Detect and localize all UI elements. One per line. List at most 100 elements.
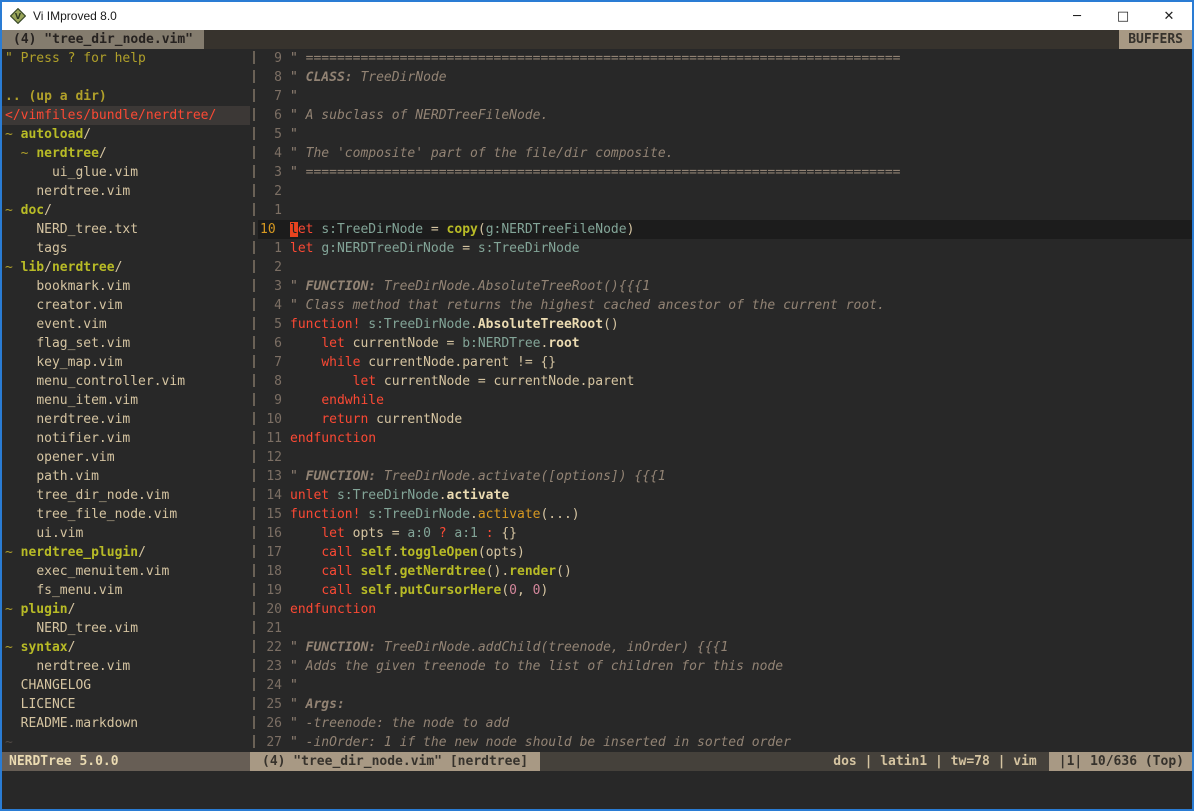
code-line[interactable]: 8 let currentNode = currentNode.parent: [258, 372, 1192, 391]
window-split-separator[interactable]: [250, 49, 258, 752]
code-line[interactable]: 16 let opts = a:0 ? a:1 : {}: [258, 524, 1192, 543]
code-line[interactable]: 5function! s:TreeDirNode.AbsoluteTreeRoo…: [258, 315, 1192, 334]
code-line[interactable]: 23" Adds the given treenode to the list …: [258, 657, 1192, 676]
tree-row[interactable]: ~: [2, 733, 250, 752]
code-line[interactable]: 2: [258, 182, 1192, 201]
tree-row[interactable]: [2, 68, 250, 87]
line-number: 7: [258, 87, 282, 106]
tree-row[interactable]: nerdtree.vim: [2, 410, 250, 429]
code-line[interactable]: 3" FUNCTION: TreeDirNode.AbsoluteTreeRoo…: [258, 277, 1192, 296]
editor-buffer[interactable]: 9" =====================================…: [258, 49, 1192, 752]
tabline-fill: [204, 30, 1119, 49]
code-line-cursor[interactable]: 10let s:TreeDirNode = copy(g:NERDTreeFil…: [258, 220, 1192, 239]
command-line[interactable]: [2, 771, 1192, 809]
line-number: 27: [258, 733, 282, 752]
tree-row[interactable]: ~ lib/nerdtree/: [2, 258, 250, 277]
tree-row[interactable]: tree_file_node.vim: [2, 505, 250, 524]
tree-row[interactable]: flag_set.vim: [2, 334, 250, 353]
code-line[interactable]: 11endfunction: [258, 429, 1192, 448]
code-line[interactable]: 7 while currentNode.parent != {}: [258, 353, 1192, 372]
code-line[interactable]: 20endfunction: [258, 600, 1192, 619]
tree-row[interactable]: ~ autoload/: [2, 125, 250, 144]
window-controls: ─ □ ✕: [1054, 2, 1192, 30]
code-line[interactable]: 1let g:NERDTreeDirNode = s:TreeDirNode: [258, 239, 1192, 258]
window-title: Vi IMproved 8.0: [33, 9, 117, 23]
tree-row[interactable]: nerdtree.vim: [2, 182, 250, 201]
tree-row[interactable]: ~ syntax/: [2, 638, 250, 657]
code-line[interactable]: 19 call self.putCursorHere(0, 0): [258, 581, 1192, 600]
tree-row[interactable]: ui_glue.vim: [2, 163, 250, 182]
tree-row[interactable]: bookmark.vim: [2, 277, 250, 296]
tree-row[interactable]: tree_dir_node.vim: [2, 486, 250, 505]
tree-row[interactable]: NERD_tree.vim: [2, 619, 250, 638]
code-line[interactable]: 8" CLASS: TreeDirNode: [258, 68, 1192, 87]
code-line[interactable]: 9" =====================================…: [258, 49, 1192, 68]
nerdtree-panel[interactable]: " Press ? for help .. (up a dir)</vimfile…: [2, 49, 250, 752]
tree-row[interactable]: ~ nerdtree_plugin/: [2, 543, 250, 562]
tree-row[interactable]: nerdtree.vim: [2, 657, 250, 676]
line-number: 16: [258, 524, 282, 543]
main-area: " Press ? for help .. (up a dir)</vimfile…: [2, 49, 1192, 752]
code-line[interactable]: 6 let currentNode = b:NERDTree.root: [258, 334, 1192, 353]
tree-row[interactable]: menu_controller.vim: [2, 372, 250, 391]
code-line[interactable]: 18 call self.getNerdtree().render(): [258, 562, 1192, 581]
code-line[interactable]: 10 return currentNode: [258, 410, 1192, 429]
statusline-fill: [540, 752, 821, 771]
statusline-fileinfo: dos | latin1 | tw=78 | vim: [821, 752, 1049, 771]
code-line[interactable]: 13" FUNCTION: TreeDirNode.activate([opti…: [258, 467, 1192, 486]
line-number: 26: [258, 714, 282, 733]
code-line[interactable]: 4" The 'composite' part of the file/dir …: [258, 144, 1192, 163]
code-line[interactable]: 12: [258, 448, 1192, 467]
tree-row[interactable]: " Press ? for help: [2, 49, 250, 68]
code-line[interactable]: 15function! s:TreeDirNode.activate(...): [258, 505, 1192, 524]
line-number: 12: [258, 448, 282, 467]
tree-row[interactable]: menu_item.vim: [2, 391, 250, 410]
tree-row[interactable]: NERD_tree.txt: [2, 220, 250, 239]
tree-row[interactable]: .. (up a dir): [2, 87, 250, 106]
tree-row[interactable]: exec_menuitem.vim: [2, 562, 250, 581]
tree-row[interactable]: key_map.vim: [2, 353, 250, 372]
tree-row[interactable]: fs_menu.vim: [2, 581, 250, 600]
code-line[interactable]: 25" Args:: [258, 695, 1192, 714]
line-number: 6: [258, 334, 282, 353]
tree-row[interactable]: path.vim: [2, 467, 250, 486]
code-line[interactable]: 26" -treenode: the node to add: [258, 714, 1192, 733]
line-number: 1: [258, 239, 282, 258]
maximize-button[interactable]: □: [1100, 2, 1146, 30]
tree-row[interactable]: opener.vim: [2, 448, 250, 467]
tree-row[interactable]: README.markdown: [2, 714, 250, 733]
tree-row[interactable]: CHANGELOG: [2, 676, 250, 695]
tree-row[interactable]: notifier.vim: [2, 429, 250, 448]
vim-window: V Vi IMproved 8.0 ─ □ ✕ (4) "tree_dir_no…: [0, 0, 1194, 811]
statusline-position: |1| 10/636 (Top): [1049, 752, 1192, 771]
code-line[interactable]: 14unlet s:TreeDirNode.activate: [258, 486, 1192, 505]
code-line[interactable]: 27" -inOrder: 1 if the new node should b…: [258, 733, 1192, 752]
tree-row[interactable]: ~ nerdtree/: [2, 144, 250, 163]
tree-row[interactable]: tags: [2, 239, 250, 258]
code-line[interactable]: 3" =====================================…: [258, 163, 1192, 182]
code-line[interactable]: 24": [258, 676, 1192, 695]
code-line[interactable]: 4" Class method that returns the highest…: [258, 296, 1192, 315]
code-line[interactable]: 1: [258, 201, 1192, 220]
code-line[interactable]: 22" FUNCTION: TreeDirNode.addChild(treen…: [258, 638, 1192, 657]
tree-row[interactable]: event.vim: [2, 315, 250, 334]
code-line[interactable]: 7": [258, 87, 1192, 106]
tree-row[interactable]: ~ plugin/: [2, 600, 250, 619]
code-line[interactable]: 6" A subclass of NERDTreeFileNode.: [258, 106, 1192, 125]
code-line[interactable]: 21: [258, 619, 1192, 638]
code-line[interactable]: 5": [258, 125, 1192, 144]
tab-current[interactable]: (4) "tree_dir_node.vim": [2, 30, 204, 49]
line-number: 21: [258, 619, 282, 638]
code-line[interactable]: 2: [258, 258, 1192, 277]
line-number: 8: [258, 68, 282, 87]
tree-row[interactable]: creator.vim: [2, 296, 250, 315]
tree-row[interactable]: ui.vim: [2, 524, 250, 543]
line-number: 23: [258, 657, 282, 676]
tree-row[interactable]: LICENCE: [2, 695, 250, 714]
tree-row-selected[interactable]: </vimfiles/bundle/nerdtree/: [2, 106, 250, 125]
code-line[interactable]: 9 endwhile: [258, 391, 1192, 410]
close-button[interactable]: ✕: [1146, 2, 1192, 30]
code-line[interactable]: 17 call self.toggleOpen(opts): [258, 543, 1192, 562]
tree-row[interactable]: ~ doc/: [2, 201, 250, 220]
minimize-button[interactable]: ─: [1054, 2, 1100, 30]
